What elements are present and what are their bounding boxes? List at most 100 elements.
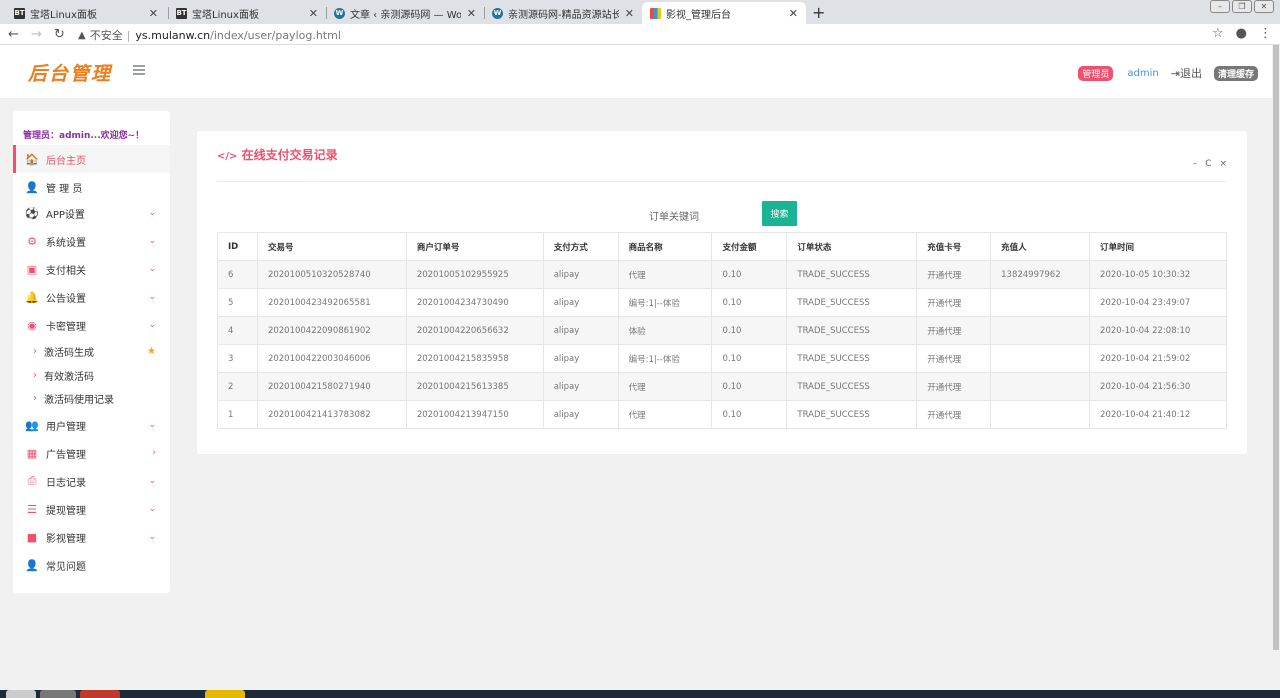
new-tab-button[interactable]: + (812, 3, 825, 22)
table-row[interactable]: 4 2020100422090861902 20201004220656632 ali… (217, 316, 1227, 345)
sidebar-item-withdraw[interactable]: ☰ 提现管理 ⌄ (13, 495, 170, 523)
sidebar-item-app-settings[interactable]: ⚽ APP设置 ⌄ (13, 199, 170, 227)
table-cell: 代理 (617, 400, 713, 429)
url-field[interactable]: ▲ 不安全 | ys.mulanw.cn/index/user/paylog.h… (78, 27, 341, 43)
gears-icon: ⚙ (27, 234, 37, 248)
taskbar-app[interactable] (205, 690, 245, 698)
browser-tab-4[interactable]: W 亲测源码网-精品资源站长亲测 ✕ (484, 2, 642, 24)
bell-icon: 🔔 (25, 290, 39, 304)
table-cell: 20201004215835958 (405, 344, 544, 373)
app-header: 后台管理 管理员 admin ⇥退出 清理缓存 (0, 45, 1272, 98)
list-icon: ☰ (27, 502, 37, 516)
close-icon[interactable]: × (1219, 159, 1227, 169)
browser-tab-3[interactable]: W 文章 ‹ 亲测源码网 — WordPress ✕ (326, 2, 484, 24)
table-cell: alipay (542, 344, 619, 373)
table-cell: 3 (217, 344, 258, 373)
sidebar-item-video[interactable]: ■ 影视管理 ⌄ (13, 523, 170, 551)
more-menu-icon[interactable]: ⋮ (1259, 26, 1272, 41)
sidebar-item-card-keys[interactable]: ◉ 卡密管理 ⌄ (13, 311, 170, 339)
sidebar-item-label: 用户管理 (46, 421, 86, 433)
table-cell (990, 288, 1091, 317)
code-icon: </> (217, 151, 238, 162)
tab-close-icon[interactable]: ✕ (467, 7, 476, 20)
order-keyword-input[interactable]: 订单关键词 (649, 208, 699, 223)
browser-tab-active[interactable]: 影视_管理后台 ✕ (642, 2, 806, 24)
table-row[interactable]: 2 2020100421580271940 20201004215613385 ali… (217, 372, 1227, 401)
sidebar-item-home[interactable]: 🏠 后台主页 (13, 145, 170, 173)
chevron-down-icon: ⌄ (148, 208, 156, 218)
restore-window-button[interactable]: ❐ (1232, 0, 1252, 13)
table-header-row: ID 交易号 商户订单号 支付方式 商品名称 支付金额 订单状态 充值卡号 充值人 订单时间 (217, 232, 1227, 261)
panel-divider (217, 181, 1227, 182)
table-cell: alipay (542, 400, 619, 429)
scrollbar-thumb[interactable] (1273, 45, 1279, 650)
chevron-down-icon: ⌄ (148, 320, 156, 330)
sidebar-item-notice[interactable]: 🔔 公告设置 ⌄ (13, 283, 170, 311)
logout-button[interactable]: ⇥退出 (1171, 65, 1202, 81)
chevron-right-icon: › (33, 369, 37, 381)
close-window-button[interactable]: ✕ (1254, 0, 1274, 13)
table-cell: 2020-10-04 23:49:07 (1089, 288, 1227, 317)
table-cell: 5 (217, 288, 258, 317)
profile-icon[interactable]: ● (1236, 26, 1247, 41)
tab-close-icon[interactable]: ✕ (149, 7, 158, 20)
clear-cache-button[interactable]: 清理缓存 (1213, 65, 1258, 81)
table-cell: TRADE_SUCCESS (786, 344, 918, 373)
table-row[interactable]: 6 2020100510320528740 20201005102955925 ali… (217, 260, 1227, 289)
refresh-icon[interactable]: C (1205, 159, 1211, 169)
chevron-down-icon: ⌄ (148, 420, 156, 430)
table-row[interactable]: 1 2020100421413783082 20201004213947150 ali… (217, 400, 1227, 429)
column-header: 充值人 (990, 232, 1091, 261)
table-row[interactable]: 5 2020100423492065581 20201004234730490 ali… (217, 288, 1227, 317)
tab-close-icon[interactable]: ✕ (789, 7, 798, 20)
back-arrow-icon[interactable]: ← (8, 27, 19, 42)
table-cell: 开通代理 (916, 344, 992, 373)
logout-icon: ⇥ (1170, 67, 1180, 80)
tab-close-icon[interactable]: ✕ (625, 7, 634, 20)
sidebar-subitem-code-usage[interactable]: › 激活码使用记录 (13, 387, 170, 409)
table-cell (990, 400, 1091, 429)
sidebar-subitem-valid-codes[interactable]: › 有效激活码 (13, 364, 170, 386)
sidebar-subitem-generate-code[interactable]: › 激活码生成 ★ (13, 340, 170, 362)
minimize-window-button[interactable]: – (1210, 0, 1230, 13)
page-scrollbar[interactable] (1272, 45, 1280, 698)
search-button[interactable]: 搜索 (762, 201, 797, 226)
table-cell: TRADE_SUCCESS (786, 288, 918, 317)
table-cell: 2020-10-04 21:56:30 (1089, 372, 1227, 401)
sidebar-item-label: 卡密管理 (46, 321, 86, 333)
column-header: 订单时间 (1089, 232, 1227, 261)
sidebar-item-payment[interactable]: ▣ 支付相关 ⌄ (13, 255, 170, 283)
browser-tab-1[interactable]: BT 宝塔Linux面板 ✕ (6, 2, 166, 24)
reload-icon[interactable]: ↻ (54, 27, 65, 42)
sidebar-item-logs[interactable]: ⎙ 日志记录 ⌄ (13, 467, 170, 495)
table-cell: TRADE_SUCCESS (786, 400, 918, 429)
browser-tab-2[interactable]: BT 宝塔Linux面板 ✕ (168, 2, 326, 24)
bt-favicon-icon: BT (176, 7, 187, 19)
table-row[interactable]: 3 2020100422003046006 20201004215835958 ali… (217, 344, 1227, 373)
sidebar-item-users[interactable]: 👥 用户管理 ⌄ (13, 411, 170, 439)
chevron-down-icon: ⌄ (148, 504, 156, 514)
sidebar-item-faq[interactable]: 👤 常见问题 (13, 551, 170, 579)
table-cell: TRADE_SUCCESS (786, 372, 918, 401)
column-header: 支付金额 (711, 232, 788, 261)
table-cell (990, 316, 1091, 345)
table-cell: 20201005102955925 (405, 260, 544, 289)
bt-favicon-icon: BT (14, 7, 25, 19)
table-icon: ▦ (26, 446, 38, 460)
sidebar-item-admins[interactable]: 👤 管 理 员 (13, 173, 170, 201)
users-icon: 👥 (25, 418, 39, 432)
table-cell: 2 (217, 372, 258, 401)
sidebar-item-ads[interactable]: ▦ 广告管理 › (13, 439, 170, 467)
username-link[interactable]: admin (1127, 68, 1158, 79)
tab-close-icon[interactable]: ✕ (309, 7, 318, 20)
globe-icon: ◉ (27, 318, 37, 332)
menu-toggle-icon[interactable] (133, 65, 145, 77)
forward-arrow-icon[interactable]: → (31, 27, 42, 42)
bookmark-star-icon[interactable]: ☆ (1212, 26, 1224, 41)
start-button[interactable] (6, 690, 36, 698)
minimize-icon[interactable]: – (1193, 159, 1198, 169)
sidebar-item-system-settings[interactable]: ⚙ 系统设置 ⌄ (13, 227, 170, 255)
taskbar-app[interactable] (80, 690, 120, 698)
taskbar-app[interactable] (40, 690, 76, 698)
sidebar-item-label: 提现管理 (46, 505, 86, 517)
